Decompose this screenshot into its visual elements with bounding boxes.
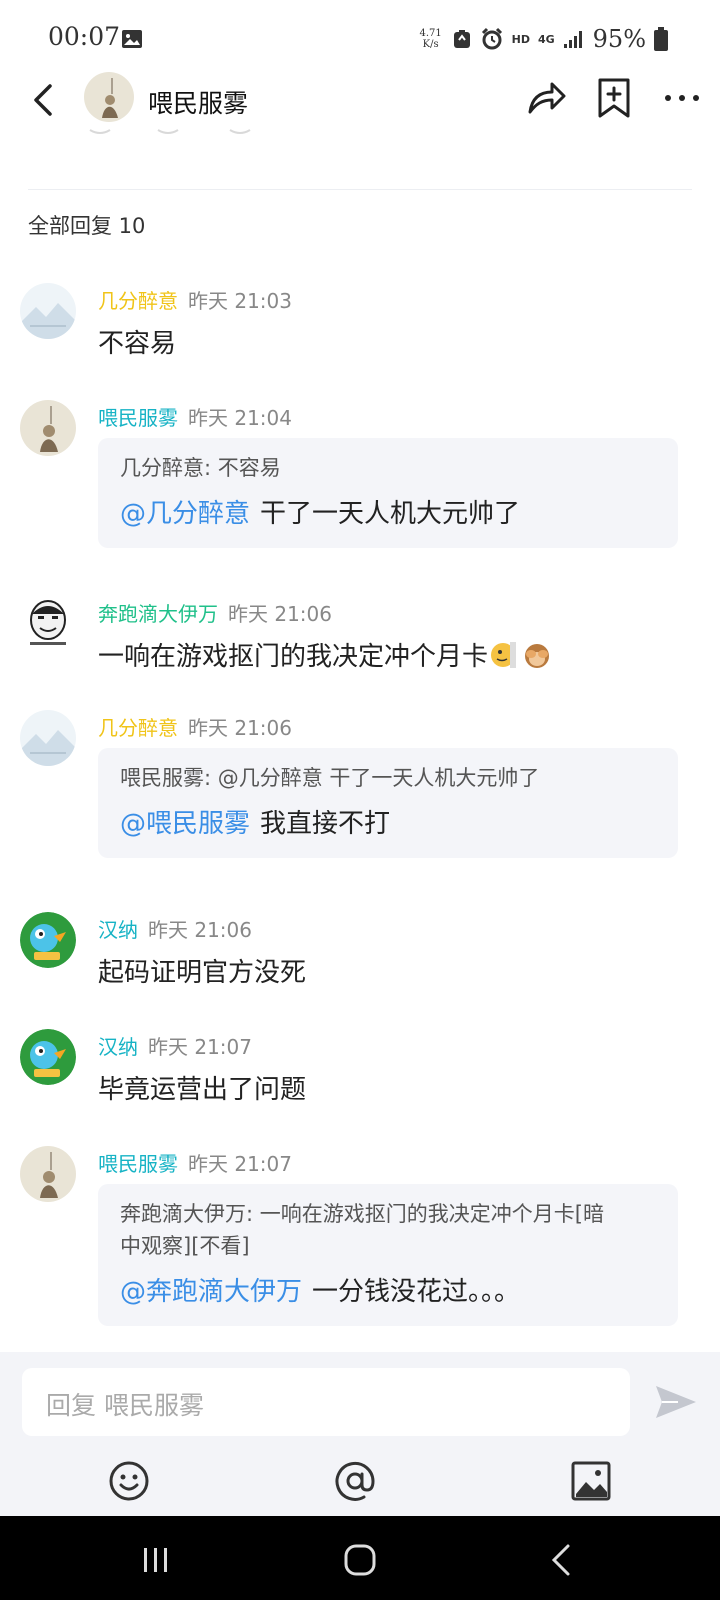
back-arrow-icon[interactable]	[24, 80, 64, 120]
battery-icon	[654, 27, 668, 51]
net-speed-value: 4.71	[419, 28, 442, 39]
reply-input[interactable]: 回复 喂民服雾	[22, 1368, 630, 1436]
reply-meta: 汉纳 昨天 21:07	[98, 1031, 252, 1060]
reply-time: 昨天 21:06	[148, 918, 252, 942]
author-avatar[interactable]	[84, 72, 134, 122]
reply-time: 昨天 21:07	[148, 1035, 252, 1059]
see-no-evil-monkey-emoji-icon	[525, 644, 550, 668]
reply-time: 昨天 21:04	[188, 406, 292, 430]
more-dots-icon[interactable]	[662, 78, 702, 118]
reply-body: @奔跑滴大伊万 一分钱没花过。。。	[120, 1274, 656, 1310]
signal-icon	[563, 31, 582, 48]
at-icon[interactable]	[334, 1460, 376, 1502]
username[interactable]: 喂民服雾	[98, 406, 178, 430]
username[interactable]: 几分醉意	[98, 289, 178, 313]
quoted-reply-box[interactable]: 喂民服雾: @几分醉意 干了一天人机大元帅了 @喂民服雾 我直接不打	[98, 748, 678, 858]
reply-body: @喂民服雾 我直接不打	[120, 806, 656, 842]
user-avatar[interactable]	[20, 400, 76, 456]
reply-meta: 奔跑滴大伊万 昨天 21:06	[98, 598, 332, 627]
reply-count-label: 全部回复 10	[28, 214, 146, 238]
username[interactable]: 汉纳	[98, 918, 138, 942]
hd-label: HD	[511, 32, 530, 46]
quoted-text: 几分醉意: 不容易	[120, 456, 281, 480]
user-avatar[interactable]	[20, 596, 76, 652]
reply-meta: 几分醉意 昨天 21:03	[98, 285, 292, 314]
status-time: 00:07	[48, 22, 121, 51]
reply-content: 起码证明官方没死	[98, 958, 307, 988]
status-indicators: 4.71 K/s HD 4G 95%	[418, 22, 668, 56]
gallery-notification-icon	[122, 30, 142, 48]
user-avatar[interactable]	[20, 710, 76, 766]
alarm-icon	[481, 27, 502, 50]
username[interactable]: 喂民服雾	[98, 1152, 178, 1176]
quoted-text-line: 奔跑滴大伊万: 一响在游戏抠门的我决定冲个月卡[暗	[120, 1202, 604, 1226]
quoted-reply-box[interactable]: 几分醉意: 不容易 @几分醉意 干了一天人机大元帅了	[98, 438, 678, 548]
recent-apps-icon[interactable]	[138, 1542, 174, 1578]
user-avatar[interactable]	[20, 283, 76, 339]
username[interactable]: 奔跑滴大伊万	[98, 602, 218, 626]
back-nav-icon[interactable]	[544, 1542, 580, 1578]
section-divider	[28, 189, 692, 190]
peeking-face-emoji-icon	[491, 642, 517, 668]
reply-meta: 汉纳 昨天 21:06	[98, 914, 252, 943]
reply-content: 毕竟运营出了问题	[98, 1075, 307, 1105]
reply-composer: 回复 喂民服雾	[0, 1352, 720, 1516]
home-icon[interactable]	[342, 1542, 378, 1578]
reply-time: 昨天 21:06	[188, 716, 292, 740]
reply-content: 我直接不打	[260, 809, 391, 839]
reply-content: 一响在游戏抠门的我决定冲个月卡	[98, 642, 489, 672]
battery-percent: 95%	[592, 25, 646, 53]
quoted-text-line: 中观察][不看]	[120, 1234, 250, 1258]
bookmark-add-icon[interactable]	[596, 78, 632, 118]
quoted-text: 奔跑滴大伊万: 一响在游戏抠门的我决定冲个月卡[暗 中观察][不看]	[120, 1198, 656, 1262]
mention-link[interactable]: @喂民服雾	[120, 809, 250, 839]
quoted-reply-box[interactable]: 奔跑滴大伊万: 一响在游戏抠门的我决定冲个月卡[暗 中观察][不看] @奔跑滴大…	[98, 1184, 678, 1326]
reply-content: 一分钱没花过。。。	[312, 1277, 521, 1307]
username[interactable]: 几分醉意	[98, 716, 178, 740]
scrolled-icons-remnant	[89, 129, 251, 134]
user-avatar[interactable]	[20, 912, 76, 968]
mention-link[interactable]: @几分醉意	[120, 499, 250, 529]
mention-link[interactable]: @奔跑滴大伊万	[120, 1277, 302, 1307]
net-speed-unit: K/s	[422, 39, 439, 50]
top-navigation-bar: 喂民服雾	[0, 72, 720, 134]
page-title: 喂民服雾	[148, 89, 249, 118]
reply-content: 干了一天人机大元帅了	[260, 499, 521, 529]
reply-body: @几分醉意 干了一天人机大元帅了	[120, 496, 656, 532]
reply-meta: 喂民服雾 昨天 21:04	[98, 402, 292, 431]
reply-meta: 几分醉意 昨天 21:06	[98, 712, 292, 741]
reply-time: 昨天 21:06	[228, 602, 332, 626]
send-icon[interactable]	[654, 1380, 698, 1424]
emoji-icon[interactable]	[108, 1460, 150, 1502]
reply-meta: 喂民服雾 昨天 21:07	[98, 1148, 292, 1177]
net-speed: 4.71 K/s	[418, 28, 444, 50]
image-icon[interactable]	[570, 1460, 612, 1502]
reply-content: 不容易	[98, 329, 177, 359]
status-bar: 00:07 4.71 K/s HD 4G 95%	[0, 0, 720, 72]
share-icon[interactable]	[526, 78, 566, 118]
network-label: 4G	[537, 32, 555, 46]
reply-time: 昨天 21:07	[188, 1152, 292, 1176]
recycle-icon	[453, 30, 470, 48]
username[interactable]: 汉纳	[98, 1035, 138, 1059]
reply-time: 昨天 21:03	[188, 289, 292, 313]
system-navigation-bar	[0, 1516, 720, 1600]
user-avatar[interactable]	[20, 1146, 76, 1202]
quoted-text: 喂民服雾: @几分醉意 干了一天人机大元帅了	[120, 766, 540, 790]
user-avatar[interactable]	[20, 1029, 76, 1085]
reply-content-row: 一响在游戏抠门的我决定冲个月卡	[98, 636, 552, 673]
